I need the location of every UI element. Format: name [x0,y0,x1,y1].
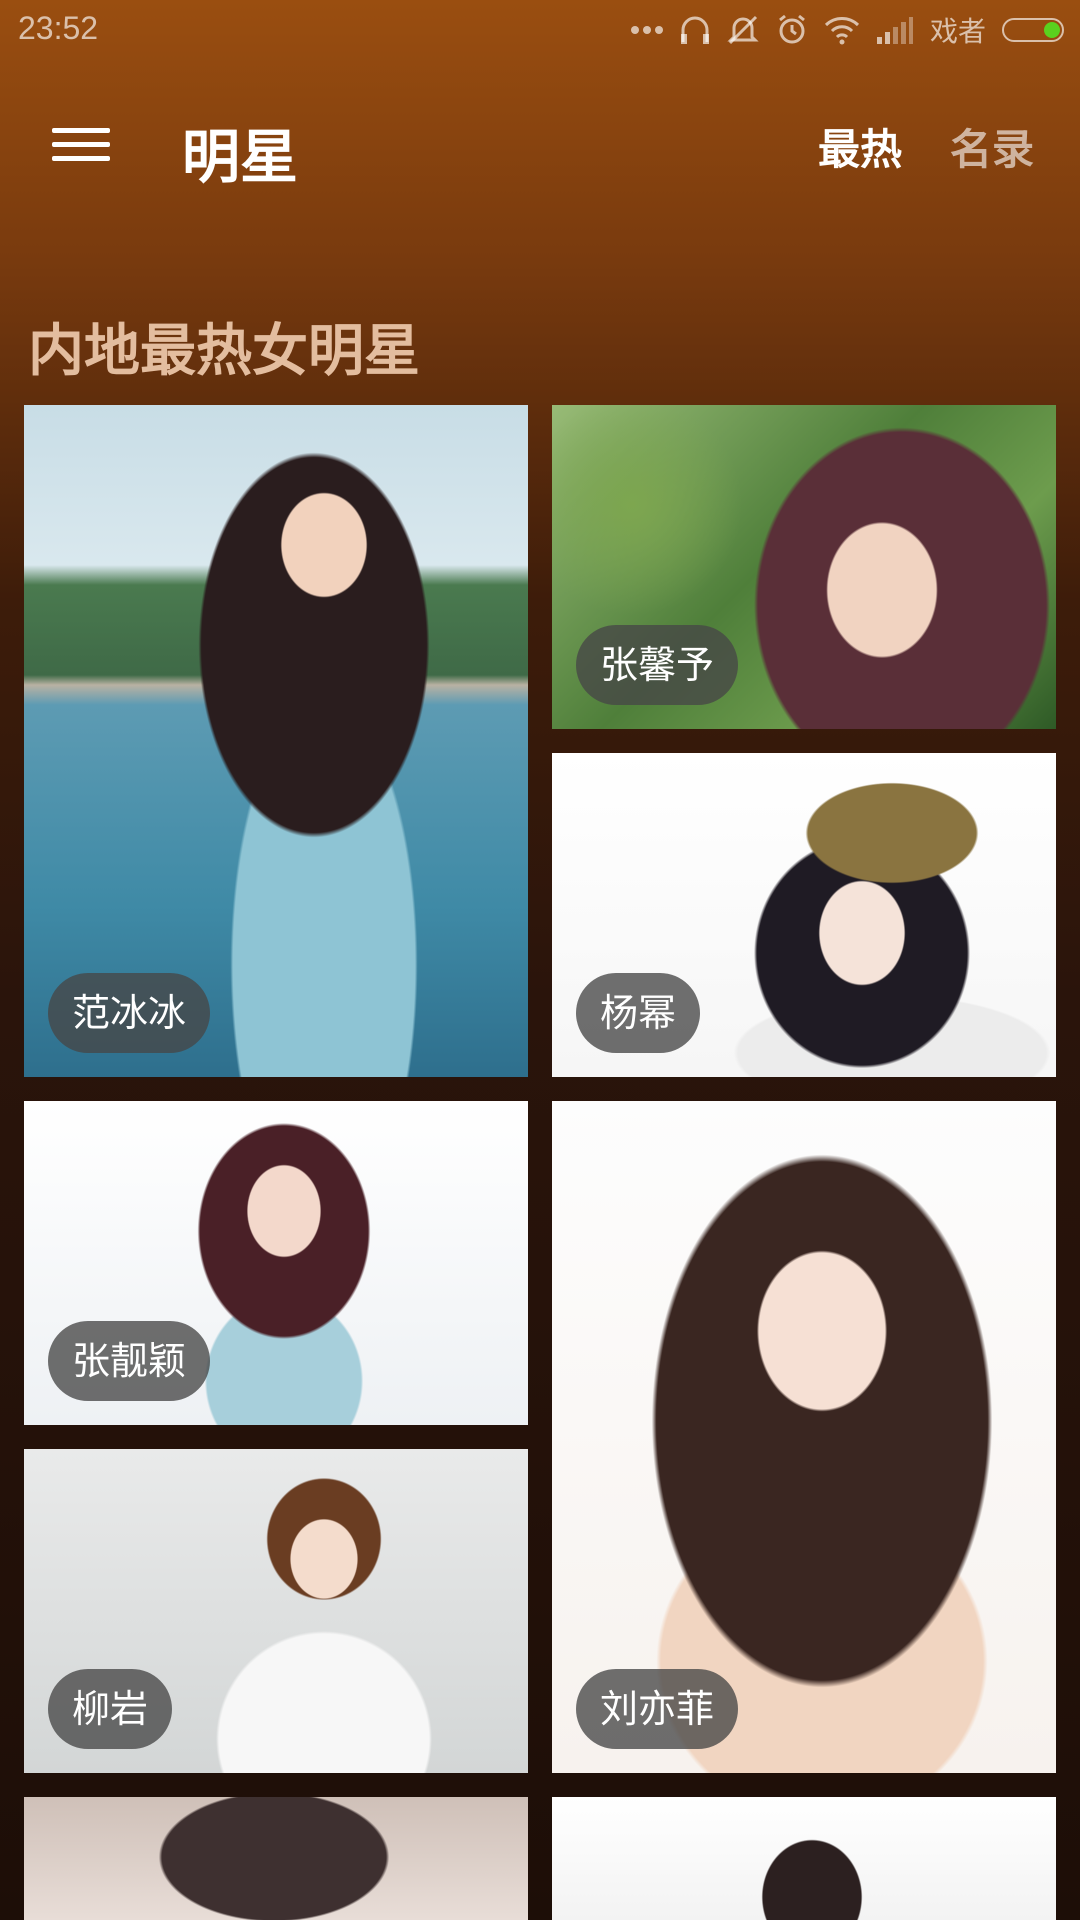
section-title: 内地最热女明星 [28,319,420,384]
headphone-icon [680,12,710,48]
wifi-icon [824,12,860,48]
celebrity-photo [552,1797,1056,1920]
celebrity-name-label: 张靓颖 [48,1321,211,1401]
carrier-name: 戏者 [929,15,986,48]
celebrity-name-label: 范冰冰 [48,973,211,1053]
battery-level [1044,22,1060,38]
celebrity-card[interactable]: 张馨予 [552,405,1056,729]
page-title: 明星 [182,123,299,191]
battery-icon [1002,18,1064,42]
celebrity-name-label: 张馨予 [576,625,739,705]
alarm-icon [776,12,808,48]
tab-directory[interactable]: 名录 [950,116,1034,177]
celebrity-name-label: 柳岩 [48,1669,173,1749]
celebrity-name-label: 杨幂 [576,973,701,1053]
more-dots-icon [630,12,664,48]
celebrity-card[interactable]: 柳岩 [24,1449,528,1773]
app-bar: 明星 最热 名录 [0,60,1080,228]
celebrity-card[interactable]: 范冰冰 [24,405,528,1077]
signal-icon [876,12,914,48]
celebrity-card[interactable]: 刘亦菲 [552,1101,1056,1773]
menu-icon[interactable] [48,122,114,168]
status-time: 23:52 [18,10,99,46]
mute-icon [726,12,760,48]
celebrity-name-label: 刘亦菲 [576,1669,739,1749]
tab-hot[interactable]: 最热 [818,116,902,177]
celebrity-card[interactable]: 张靓颖 [24,1101,528,1425]
status-icons: 戏者 [630,10,1064,50]
status-bar: 23:52 戏者 [0,0,1080,60]
celebrity-card[interactable] [552,1797,1056,1920]
celebrity-card[interactable] [24,1797,528,1920]
celebrity-photo [24,1797,528,1920]
celebrity-card[interactable]: 杨幂 [552,753,1056,1077]
